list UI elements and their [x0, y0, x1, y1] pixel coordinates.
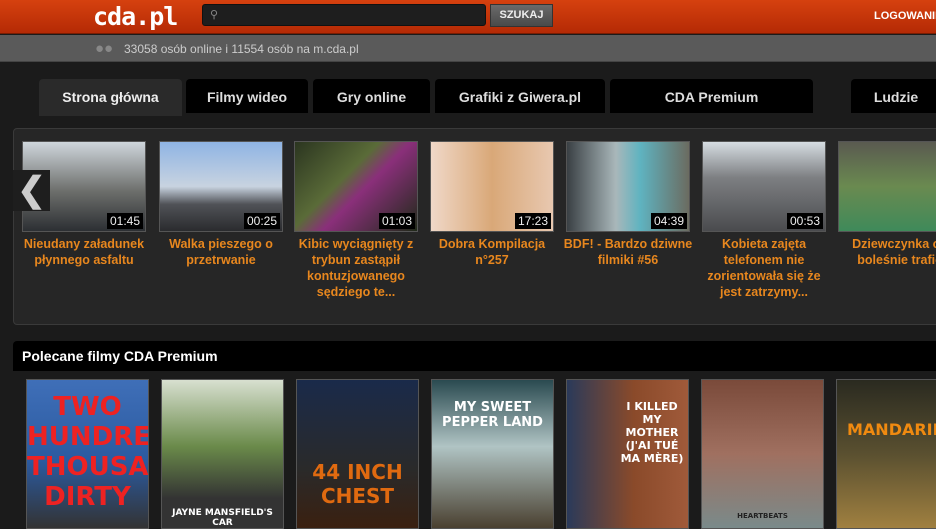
- carousel-prev-button[interactable]: ❮: [13, 170, 50, 211]
- search-input[interactable]: ⚲: [202, 4, 486, 26]
- video-thumbnail[interactable]: 00:25: [159, 141, 283, 232]
- online-info-bar: ●● 33058 osób online i 11554 osób na m.c…: [0, 35, 936, 62]
- video-title[interactable]: Dziewczynka od boleśnie trafio: [832, 236, 936, 268]
- video-duration: 01:03: [378, 213, 415, 229]
- video-duration: 00:53: [786, 213, 823, 229]
- video-duration: 00:25: [243, 213, 280, 229]
- video-duration: 01:45: [106, 213, 143, 229]
- search-icon: ⚲: [210, 9, 219, 21]
- video-thumbnail[interactable]: 01: [838, 141, 936, 232]
- video-title[interactable]: Walka pieszego o przetrwanie: [153, 236, 289, 268]
- premium-section-heading: Polecane filmy CDA Premium: [13, 341, 936, 371]
- tab-ludzie[interactable]: Ludzie: [851, 79, 936, 113]
- poster-mandarine[interactable]: MANDARINE: [836, 379, 936, 529]
- video-card[interactable]: 00:25 Walka pieszego o przetrwanie: [159, 141, 283, 268]
- video-thumbnail[interactable]: 01:03: [294, 141, 418, 232]
- online-count: 33058 osób online i 11554 osób na m.cda.…: [124, 42, 359, 56]
- site-logo[interactable]: cda.pl: [93, 2, 178, 31]
- tab-cda-premium[interactable]: CDA Premium: [610, 79, 813, 113]
- video-duration: 04:39: [650, 213, 687, 229]
- poster-44-inch-chest[interactable]: 44 INCH CHEST: [296, 379, 419, 529]
- video-card[interactable]: 04:39 BDF! - Bardzo dziwne filmiki #56: [564, 141, 692, 268]
- tab-grafiki[interactable]: Grafiki z Giwera.pl: [435, 79, 605, 113]
- tab-filmy-wideo[interactable]: Filmy wideo: [186, 79, 308, 113]
- video-card[interactable]: 01:03 Kibic wyciągnięty z trybun zastąpił…: [294, 141, 418, 300]
- video-duration: 17:23: [514, 213, 551, 229]
- top-header: cda.pl ⚲ SZUKAJ LOGOWANIE: [0, 0, 936, 34]
- tab-gry-online[interactable]: Gry online: [313, 79, 430, 113]
- video-thumbnail[interactable]: 04:39: [566, 141, 690, 232]
- poster-heartbeats[interactable]: HEARTBEATS: [701, 379, 824, 529]
- poster-jayne-mansfields-car[interactable]: JAYNE MANSFIELD'S CAR: [161, 379, 284, 529]
- login-link[interactable]: LOGOWANIE: [874, 10, 936, 22]
- video-title[interactable]: Dobra Kompilacja n°257: [424, 236, 560, 268]
- people-icon: ●●: [95, 40, 114, 57]
- tab-strona-glowna[interactable]: Strona główna: [39, 79, 182, 116]
- video-title[interactable]: Kobieta zajęta telefonem nie zorientował…: [696, 236, 832, 300]
- poster-i-killed-my-mother[interactable]: I KILLED MY MOTHER (J'AI TUÉ MA MÈRE): [566, 379, 689, 529]
- video-card[interactable]: 17:23 Dobra Kompilacja n°257: [430, 141, 554, 268]
- video-title[interactable]: Nieudany załadunek płynnego asfaltu: [16, 236, 152, 268]
- poster-dirty[interactable]: TWO HUNDRED THOUSAND DIRTY: [26, 379, 149, 529]
- video-thumbnail[interactable]: 00:53: [702, 141, 826, 232]
- video-title[interactable]: Kibic wyciągnięty z trybun zastąpił kont…: [288, 236, 424, 300]
- search-button[interactable]: SZUKAJ: [490, 4, 553, 27]
- video-card[interactable]: 01Dziewczynka od boleśnie trafio: [838, 141, 936, 268]
- video-card[interactable]: 00:53 Kobieta zajęta telefonem nie zorien…: [702, 141, 826, 300]
- video-title[interactable]: BDF! - Bardzo dziwne filmiki #56: [560, 236, 696, 268]
- poster-my-sweet-pepper-land[interactable]: MY SWEET PEPPER LAND: [431, 379, 554, 529]
- video-thumbnail[interactable]: 17:23: [430, 141, 554, 232]
